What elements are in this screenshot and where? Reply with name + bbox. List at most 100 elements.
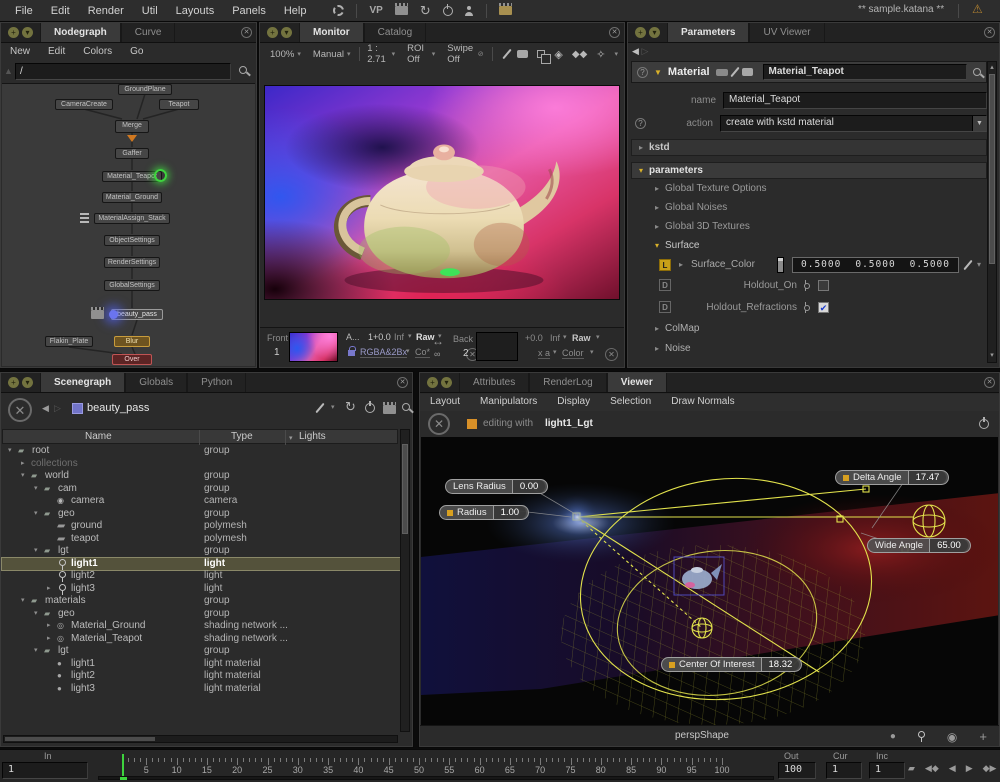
front-exposure[interactable]: 1+0.0 xyxy=(368,332,391,342)
pane-split-icon[interactable]: + xyxy=(427,377,438,388)
pane-split-icon[interactable]: + xyxy=(8,27,19,38)
pen-icon[interactable] xyxy=(503,49,512,59)
expander-icon[interactable]: ▸ xyxy=(47,620,51,633)
default-badge[interactable]: D xyxy=(659,279,671,291)
scenegraph-row-light3[interactable]: ▸light3light xyxy=(2,583,400,596)
tab-nodegraph[interactable]: Nodegraph xyxy=(40,23,121,42)
expander-icon[interactable]: ▾ xyxy=(8,445,12,458)
view-flag-icon[interactable] xyxy=(127,135,137,147)
menu-util[interactable]: Util xyxy=(133,5,167,17)
menu-edit[interactable]: Edit xyxy=(42,5,79,17)
zoom-select[interactable]: 100%▾ xyxy=(266,49,305,60)
swipe-toggle[interactable]: Swipe Off⊘ xyxy=(443,43,487,65)
expander-icon[interactable]: ▸ xyxy=(679,260,683,269)
search-icon[interactable] xyxy=(239,66,247,74)
column-lights[interactable]: Lights xyxy=(299,431,326,442)
kstd-section[interactable]: ▸kstd xyxy=(631,139,987,156)
timeline-scroll-strip[interactable] xyxy=(98,776,774,780)
tab-viewer[interactable]: Viewer xyxy=(607,373,667,392)
frame-prev-icon[interactable]: ◀ xyxy=(949,763,956,774)
nodegraph-menu-new[interactable]: New xyxy=(1,44,39,61)
clear-icon[interactable]: ✕ xyxy=(428,413,450,435)
scenegraph-row-light3[interactable]: ●light3light material xyxy=(2,683,400,696)
scenegraph-row-root[interactable]: ▾▰rootgroup xyxy=(2,445,400,458)
column-name[interactable]: Name xyxy=(85,431,112,442)
back-filter[interactable]: Inf xyxy=(550,333,560,343)
node-groundplane[interactable]: GroundPlane xyxy=(118,84,172,95)
expander-icon[interactable]: ▾ xyxy=(21,470,25,483)
dropdown-icon[interactable]: ▾ xyxy=(331,403,335,411)
colmap-group[interactable]: ▸ColMap xyxy=(631,318,987,338)
group-global-3d-textures[interactable]: ▸Global 3D Textures xyxy=(631,217,987,236)
column-type[interactable]: Type xyxy=(231,431,253,442)
scenegraph-row-lgt[interactable]: ▾▰lgtgroup xyxy=(2,645,400,658)
tab-parameters[interactable]: Parameters xyxy=(667,23,749,42)
profile-icon[interactable] xyxy=(465,6,474,16)
pane-split-icon[interactable]: + xyxy=(267,27,278,38)
scrollbar-thumb[interactable] xyxy=(402,444,408,534)
expand-icon[interactable]: ▸ xyxy=(655,184,659,193)
dropdown-icon[interactable]: ▾ xyxy=(289,434,293,442)
front-channels[interactable]: RGBA&2Bx xyxy=(360,347,407,358)
expander-icon[interactable]: ▸ xyxy=(47,583,51,596)
gear-icon[interactable] xyxy=(333,5,344,16)
node-material-teapot[interactable]: Material_Teapot xyxy=(102,171,162,182)
node-teapot[interactable]: Teapot xyxy=(159,99,199,110)
readout-value[interactable]: 1.00 xyxy=(493,506,527,519)
power-icon[interactable] xyxy=(443,6,453,16)
node-search-input[interactable]: / xyxy=(15,63,231,80)
dropdown-icon[interactable]: ▾ xyxy=(977,260,981,269)
scrollbar[interactable]: ▴ ▾ xyxy=(987,61,997,363)
ratio-select[interactable]: 1 : 2.71▾ xyxy=(363,43,399,65)
aperture-icon[interactable]: ◉ xyxy=(947,730,957,744)
render-icon[interactable] xyxy=(499,6,512,15)
viewer-menu-draw-normals[interactable]: Draw Normals xyxy=(661,394,744,411)
holdout-on-checkbox[interactable] xyxy=(818,280,829,291)
add-icon[interactable]: + xyxy=(979,729,987,744)
playhead[interactable] xyxy=(122,754,124,776)
swap-icon[interactable]: ↔ xyxy=(432,334,444,348)
node-gaffer[interactable]: Gaffer xyxy=(115,148,149,159)
slate-icon[interactable] xyxy=(395,6,408,15)
back-mult[interactable]: x a xyxy=(538,348,550,359)
front-filter[interactable]: Inf xyxy=(394,332,404,342)
action-dropdown[interactable]: create with kstd material ▼ xyxy=(720,115,987,132)
state-widget[interactable] xyxy=(805,302,810,313)
target-icon[interactable]: ✧ xyxy=(596,48,605,61)
scrollbar[interactable] xyxy=(400,429,410,732)
readout-value[interactable]: 18.32 xyxy=(761,658,800,671)
working-node-name[interactable]: beauty_pass xyxy=(87,402,149,414)
scenegraph-row-camera[interactable]: ◉cameracamera xyxy=(2,495,400,508)
tab-globals[interactable]: Globals xyxy=(125,373,187,392)
tab-monitor[interactable]: Monitor xyxy=(299,23,364,42)
pan-icon[interactable]: ◈ xyxy=(554,48,562,61)
back-icon[interactable]: ◀ xyxy=(42,403,49,414)
sync-icon[interactable]: ↻ xyxy=(345,399,356,415)
pane-menu-icon[interactable]: ▾ xyxy=(649,27,660,38)
pane-menu-icon[interactable]: ▾ xyxy=(281,27,292,38)
playhead-marker[interactable] xyxy=(120,777,127,780)
help-icon[interactable]: ? xyxy=(637,67,648,78)
manipulator-readout-delta-angle[interactable]: Delta Angle17.47 xyxy=(835,470,949,485)
comment-icon[interactable] xyxy=(742,68,753,76)
comment-icon[interactable] xyxy=(517,50,528,58)
expander-icon[interactable]: ▾ xyxy=(34,508,38,521)
frame-next-icon[interactable]: ▶ xyxy=(966,763,973,774)
help-icon[interactable]: ? xyxy=(635,118,646,129)
render-image[interactable] xyxy=(264,85,620,300)
pane-split-icon[interactable]: + xyxy=(8,377,19,388)
nodegraph-menu-colors[interactable]: Colors xyxy=(74,44,121,61)
scenegraph-row-collections[interactable]: ▸collections xyxy=(2,458,400,471)
expander-icon[interactable]: ▾ xyxy=(34,483,38,496)
lock-icon[interactable] xyxy=(348,350,355,356)
power-icon[interactable] xyxy=(365,403,375,413)
scroll-down-icon[interactable]: ▾ xyxy=(988,351,996,361)
node-merge[interactable]: Merge xyxy=(115,120,149,133)
name-input[interactable]: Material_Teapot xyxy=(723,92,987,109)
surface-color-values[interactable]: 0.5000 0.5000 0.5000 xyxy=(792,257,959,273)
pane-split-icon[interactable]: + xyxy=(635,27,646,38)
editing-node[interactable]: light1_Lgt xyxy=(545,418,593,429)
scenegraph-row-light1[interactable]: ●light1light material xyxy=(2,658,400,671)
key-prev-icon[interactable]: ◀◆ xyxy=(925,763,939,774)
pen-icon[interactable] xyxy=(315,403,324,413)
